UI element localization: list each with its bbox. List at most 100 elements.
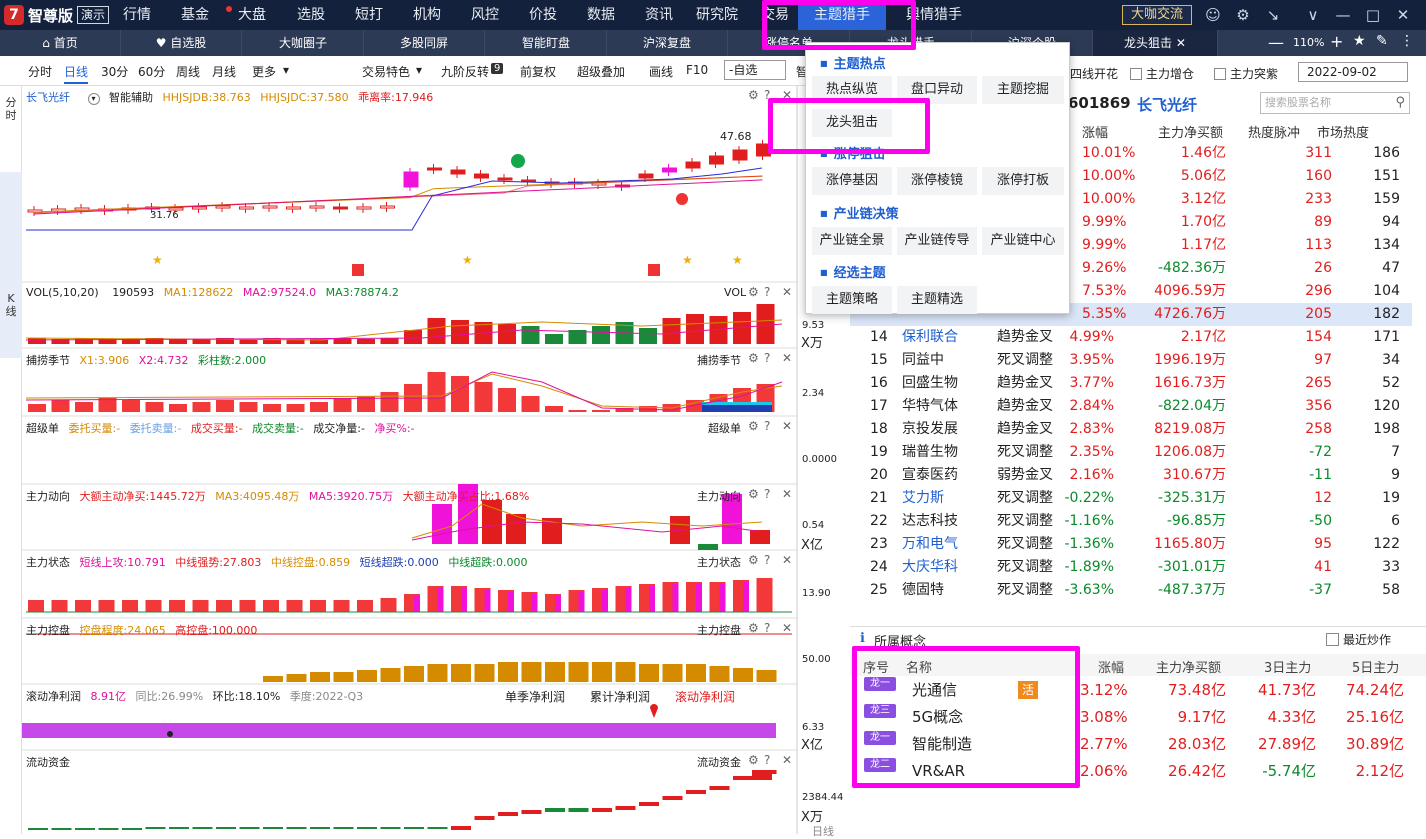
dd-limitup-gene[interactable]: 涨停基因 [812, 167, 892, 195]
col-chg[interactable]: 涨幅 [1082, 122, 1108, 141]
period-30min[interactable]: 30分 [101, 63, 128, 80]
gear-icon[interactable]: ⚙ [748, 351, 759, 365]
stock-search-input[interactable]: 搜索股票名称 ⚲ [1260, 92, 1410, 114]
col-pulse[interactable]: 热度脉冲 [1248, 122, 1300, 141]
zoom-out-icon[interactable]: — [1268, 33, 1284, 52]
page-tab[interactable]: 多股同屏 [364, 30, 485, 56]
dd-limitup-prism[interactable]: 涨停棱镜 [897, 167, 977, 195]
topnav-item[interactable]: 行情 [116, 0, 158, 30]
cell-name[interactable]: 德固特 [902, 579, 944, 602]
topnav-item[interactable]: 价投 [522, 0, 564, 30]
col-heat[interactable]: 市场热度 [1317, 122, 1369, 141]
checkbox-icon[interactable] [1130, 68, 1142, 80]
cell-name[interactable]: 艾力斯 [902, 487, 944, 510]
cell-name[interactable]: 华特气体 [902, 395, 958, 418]
gear-icon[interactable]: ⚙ [748, 753, 759, 767]
page-tab[interactable]: ♥ 自选股 [121, 30, 242, 56]
topnav-item[interactable]: 数据 [580, 0, 622, 30]
topnav-item[interactable]: 选股 [290, 0, 332, 30]
gear-icon[interactable]: ⚙ [748, 621, 759, 635]
dd-chain-transmission[interactable]: 产业链传导 [897, 227, 977, 255]
chevron-down-icon[interactable]: ▾ [416, 63, 422, 77]
table-row[interactable]: 16 回盛生物 趋势金叉 3.77% 1616.73万 265 52 [850, 372, 1412, 395]
search-icon[interactable]: ⚲ [1395, 93, 1405, 113]
cell-name[interactable]: 宣泰医药 [902, 464, 958, 487]
topnav-item[interactable]: 风控 [464, 0, 506, 30]
gear-icon[interactable]: ⚙ [748, 553, 759, 567]
page-tab[interactable]: 龙头狙击 ✕ [1093, 30, 1218, 56]
pen-icon[interactable]: ✎ [1376, 33, 1388, 49]
close-icon[interactable]: ✕ [782, 351, 792, 365]
dd-theme-mining[interactable]: 主题挖掘 [982, 76, 1064, 104]
profit-tab-rolling[interactable]: 滚动净利润 [675, 688, 735, 705]
topnav-item[interactable]: 机构 [406, 0, 448, 30]
dakai-exchange-button[interactable]: 大咖交流 [1122, 5, 1192, 25]
help-icon[interactable]: ? [764, 487, 770, 501]
gear-icon[interactable]: ⚙ [748, 419, 759, 433]
cell-name[interactable]: 达志科技 [902, 510, 958, 533]
help-icon[interactable]: ? [764, 621, 770, 635]
filter-four-line[interactable]: 四线开花 [1070, 65, 1118, 82]
zoom-in-icon[interactable]: + [1330, 32, 1343, 51]
page-tab[interactable]: ⌂ 首页 [0, 30, 121, 56]
chevron-down-icon[interactable]: ▾ [283, 63, 289, 77]
period-intraday[interactable]: 分时 [28, 63, 52, 80]
period-60min[interactable]: 60分 [138, 63, 165, 80]
switch-intraday[interactable]: 分时 [0, 96, 22, 126]
more-icon[interactable]: ⋮ [1400, 33, 1414, 49]
table-row[interactable]: 20 宣泰医药 弱势金叉 2.16% 310.67万 -11 9 [850, 464, 1412, 487]
switch-kline[interactable]: K线 [0, 172, 22, 358]
settings-icon[interactable]: ⚙ [1234, 6, 1252, 24]
topnav-item[interactable]: 短打 [348, 0, 390, 30]
dropdown-circle-icon[interactable]: ▾ [87, 93, 100, 105]
period-week[interactable]: 周线 [176, 63, 200, 80]
table-row[interactable]: 24 大庆华科 死叉调整 -1.89% -301.01万 41 33 [850, 556, 1412, 579]
topnav-item[interactable]: 基金 [174, 0, 216, 30]
help-icon[interactable]: ? [764, 753, 770, 767]
period-day[interactable]: 日线 [64, 63, 89, 84]
date-picker[interactable]: 2022-09-02 [1298, 62, 1408, 82]
col-net[interactable]: 主力净买额 [1158, 122, 1223, 141]
topnav-item[interactable]: 大盘 [231, 0, 273, 30]
gear-icon[interactable]: ⚙ [748, 285, 759, 299]
table-row[interactable]: 19 瑞普生物 死叉调整 2.35% 1206.08万 -72 7 [850, 441, 1412, 464]
table-row[interactable]: 23 万和电气 死叉调整 -1.36% 1165.80万 95 122 [850, 533, 1412, 556]
gear-icon[interactable]: ⚙ [748, 88, 759, 102]
dd-chain-panorama[interactable]: 产业链全景 [812, 227, 892, 255]
help-icon[interactable]: ? [764, 419, 770, 433]
period-month[interactable]: 月线 [212, 63, 236, 80]
cell-name[interactable]: 京投发展 [902, 418, 958, 441]
close-tab-icon[interactable]: ✕ [1172, 36, 1186, 50]
feature-nine-reverse[interactable]: 九阶反转 [441, 63, 489, 80]
cell-name[interactable]: 大庆华科 [902, 556, 958, 579]
help-icon[interactable]: ? [764, 553, 770, 567]
topnav-item[interactable]: 资讯 [638, 0, 680, 30]
page-tab[interactable]: 沪深复盘 [607, 30, 728, 56]
table-row[interactable]: 15 同益中 死叉调整 3.95% 1996.19万 97 34 [850, 349, 1412, 372]
dd-limitup-board[interactable]: 涨停打板 [982, 167, 1064, 195]
checkbox-icon[interactable] [1326, 633, 1339, 646]
shrink-icon[interactable]: ↘ [1264, 6, 1282, 24]
table-row[interactable]: 21 艾力斯 死叉调整 -0.22% -325.31万 12 19 [850, 487, 1412, 510]
feature-overlay[interactable]: 超级叠加 [577, 63, 625, 80]
close-icon[interactable]: ✕ [782, 621, 792, 635]
maximize-icon[interactable]: □ [1364, 6, 1382, 24]
filter-main-add[interactable]: 主力增仓 [1130, 65, 1194, 82]
table-row[interactable]: 25 德固特 死叉调整 -3.63% -487.37万 -37 58 [850, 579, 1412, 602]
table-row[interactable]: 14 保利联合 趋势金叉 4.99% 2.17亿 154 171 [850, 326, 1412, 349]
cell-name[interactable]: 保利联合 [902, 326, 958, 349]
chevron-down-icon[interactable]: ∨ [1304, 6, 1322, 24]
smart-assist-label[interactable]: 智能辅助 [109, 91, 153, 104]
cell-name[interactable]: 同益中 [902, 349, 944, 372]
checkbox-icon[interactable] [1214, 68, 1226, 80]
page-tab[interactable]: 大咖圈子 [243, 30, 364, 56]
page-tab[interactable]: 智能盯盘 [486, 30, 607, 56]
star-icon[interactable]: ★ [1353, 33, 1366, 49]
topnav-item[interactable]: 研究院 [691, 0, 743, 30]
feature-trade[interactable]: 交易特色 [362, 63, 410, 80]
cell-name[interactable]: 瑞普生物 [902, 441, 958, 464]
dd-theme-selection[interactable]: 主题精选 [897, 286, 977, 314]
help-icon[interactable]: ? [764, 285, 770, 299]
feature-f10[interactable]: F10 [686, 63, 708, 77]
close-icon[interactable]: ✕ [782, 753, 792, 767]
